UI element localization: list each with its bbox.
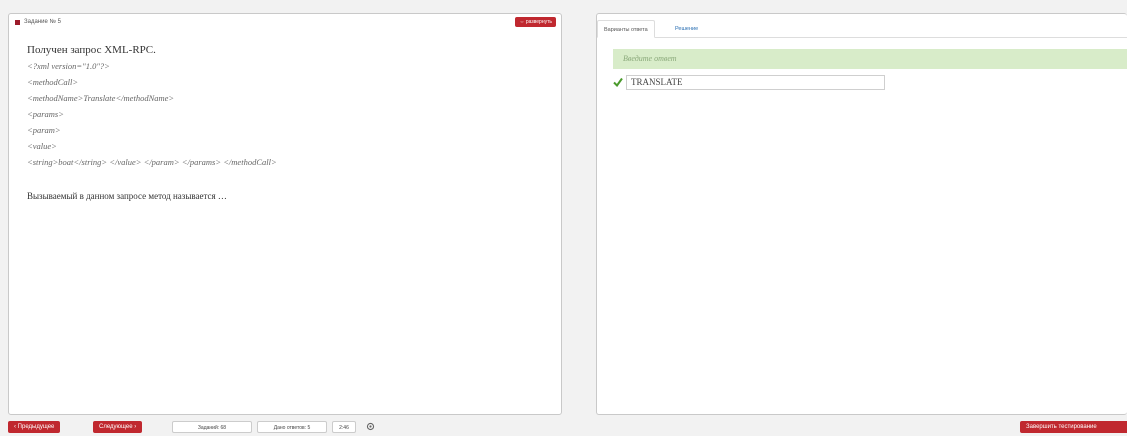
- question-prompt: Вызываемый в данном запросе метод называ…: [27, 191, 227, 201]
- check-icon: [613, 77, 623, 87]
- question-heading: Получен запрос XML-RPC.: [27, 44, 156, 56]
- tab-solution[interactable]: Решение: [669, 20, 704, 38]
- tab-answer-options[interactable]: Варианты ответа: [597, 20, 655, 38]
- code-line: <methodCall>: [27, 77, 79, 87]
- answered-count: Дано ответов: 5: [257, 421, 327, 433]
- code-line: <string>boat</string> </value> </param> …: [27, 157, 277, 167]
- previous-button[interactable]: ‹ Предыдущее: [8, 421, 61, 433]
- tasks-count: Заданий: 68: [172, 421, 252, 433]
- settings-button[interactable]: [360, 421, 380, 433]
- answer-field[interactable]: TRANSLATE: [626, 75, 885, 90]
- task-number: Задание № 5: [24, 19, 61, 25]
- expand-button[interactable]: ⇔ развернуть: [515, 17, 556, 27]
- question-body: Получен запрос XML-RPC. <?xml version="1…: [27, 42, 547, 204]
- code-line: <params>: [27, 109, 64, 119]
- gear-icon: [366, 422, 374, 431]
- answer-hint: Введите ответ: [613, 49, 1127, 69]
- code-line: <param>: [27, 125, 61, 135]
- answer-panel: Варианты ответа Решение Введите ответ TR…: [596, 13, 1127, 415]
- code-line: <value>: [27, 141, 57, 151]
- task-marker-icon: [15, 19, 20, 25]
- timer: 2:46: [332, 421, 356, 433]
- answer-tabs: Варианты ответа Решение: [597, 14, 1127, 38]
- code-line: <?xml version="1.0"?>: [27, 61, 110, 71]
- question-panel: Задание № 5 ⇔ развернуть Получен запрос …: [8, 13, 562, 415]
- finish-test-button[interactable]: Завершить тестирование: [1020, 421, 1127, 433]
- code-line: <methodName>Translate</methodName>: [27, 93, 175, 103]
- next-button[interactable]: Следующее ›: [93, 421, 143, 433]
- task-header: Задание № 5: [15, 19, 61, 25]
